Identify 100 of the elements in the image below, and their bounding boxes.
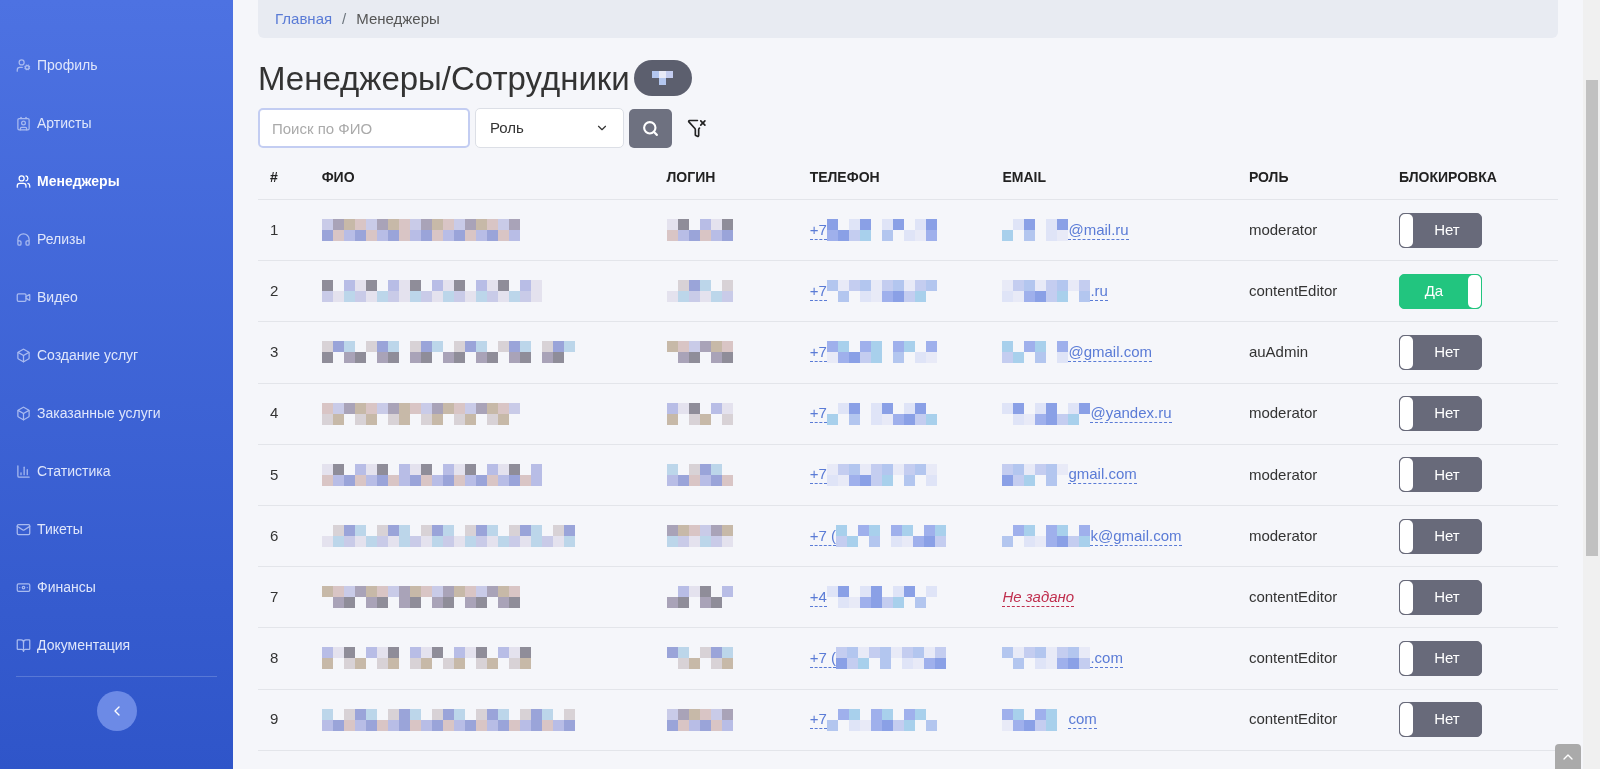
breadcrumb-link[interactable]: Главная [275,7,333,31]
scroll-top-button[interactable] [1555,744,1581,769]
menu-icon [16,231,31,247]
phone-link[interactable]: +7 ( [809,526,836,546]
sidebar-item[interactable]: Создание услуг [16,326,217,384]
block-toggle[interactable]: Нет [1398,334,1482,370]
search-field[interactable]: Поиск по ФИО [258,108,470,148]
role-text: contentEditor [1248,587,1338,605]
email-link[interactable]: k@gmail.com [1090,526,1182,546]
toggle-knob [1399,641,1413,675]
email-link[interactable]: .com [1090,648,1123,668]
toggle-knob [1467,274,1481,308]
block-toggle[interactable]: Нет [1398,457,1482,493]
phone-link[interactable]: +7 [809,465,827,485]
menu-icon [16,115,31,131]
redacted-drawing [666,708,733,731]
breadcrumb-separator: / [342,8,347,29]
menu-icon [16,347,31,363]
email-link[interactable]: @mail.ru [1068,220,1129,240]
row-number: 4 [270,404,279,422]
block-toggle[interactable]: Нет [1398,212,1482,248]
sidebar-item[interactable]: Финансы [16,558,217,616]
phone-link[interactable]: +7 [809,281,827,301]
phone-link[interactable]: +7 [809,220,827,240]
sidebar-item[interactable]: Релизы [16,210,217,268]
sidebar-item[interactable]: Видео [16,268,217,326]
redacted-drawing [1002,463,1069,486]
email-link[interactable]: gmail.com [1068,465,1137,485]
filter-clear-icon [687,118,707,138]
sidebar-item[interactable]: Профиль [16,36,217,94]
menu-icon [16,57,31,73]
toggle-knob [1399,519,1413,553]
row-number: 7 [270,587,279,605]
column-header: ФИО [321,169,355,185]
email-link[interactable]: .ru [1090,281,1108,301]
menu-icon [16,173,31,189]
role-text: moderator [1248,465,1318,483]
role-text: contentEditor [1248,649,1338,667]
block-toggle[interactable]: Да [1398,273,1482,309]
row-number: 6 [270,526,279,544]
role-text: moderator [1248,404,1318,422]
block-toggle[interactable]: Нет [1398,518,1482,554]
phone-link[interactable]: +4 [809,587,827,607]
redacted-drawing [666,402,733,425]
role-text: moderator [1248,220,1318,238]
menu-icon [16,637,31,653]
redacted-drawing [666,280,733,303]
redacted-drawing [666,219,733,242]
row-number: 9 [270,710,279,728]
column-header: # [270,169,278,185]
scrollbar-thumb[interactable] [1586,80,1598,556]
menu-icon [16,521,31,537]
sidebar-item[interactable]: Документация [16,616,217,674]
role-text: auAdmin [1248,343,1309,361]
email-link[interactable]: @yandex.ru [1090,404,1172,424]
column-header: EMAIL [1002,169,1046,185]
redacted-drawing [1002,219,1069,242]
page-title: Менеджеры/Сотрудники [258,61,630,95]
email-unset-link[interactable]: Не задано [1002,587,1075,607]
toggle-knob [1399,580,1413,614]
email-link[interactable]: com [1068,710,1097,730]
column-header: БЛОКИРОВКА [1398,169,1497,185]
role-text: moderator [1248,526,1318,544]
phone-link[interactable]: +7 [809,710,827,730]
row-number: 1 [270,220,279,238]
toggle-knob [1399,703,1413,737]
phone-link[interactable]: +7 [809,404,827,424]
redacted-drawing [666,463,733,486]
row-number: 2 [270,282,279,300]
row-number: 3 [270,343,279,361]
sidebar-item[interactable]: Артисты [16,94,217,152]
block-toggle[interactable]: Нет [1398,579,1482,615]
redacted-drawing [666,525,733,548]
sidebar-item[interactable]: Статистика [16,442,217,500]
phone-link[interactable]: +7 ( [809,648,836,668]
redacted-drawing [666,647,733,670]
sidebar-item[interactable]: Менеджеры [16,152,217,210]
toggle-knob [1399,335,1413,369]
sidebar-item[interactable]: Тикеты [16,500,217,558]
sidebar-item[interactable]: Заказанные услуги [16,384,217,442]
redacted-drawing [666,586,733,609]
row-number: 8 [270,649,279,667]
redacted-drawing [666,341,733,364]
column-header: ТЕЛЕФОН [809,169,880,185]
phone-link[interactable]: +7 [809,342,827,362]
block-toggle[interactable]: Нет [1398,702,1482,738]
search-button[interactable] [629,108,672,148]
role-text: contentEditor [1248,710,1338,728]
column-header: РОЛЬ [1248,169,1289,185]
block-toggle[interactable]: Нет [1398,640,1482,676]
collapse-button[interactable] [96,691,137,731]
block-toggle[interactable]: Нет [1398,396,1482,432]
toggle-knob [1399,458,1413,492]
redacted-drawing [1002,341,1069,364]
toggle-knob [1399,397,1413,431]
search-icon [642,119,659,137]
role-select[interactable]: Роль [475,108,624,148]
email-link[interactable]: @gmail.com [1068,342,1152,362]
menu-icon [16,463,31,479]
column-header: ЛОГИН [666,169,716,185]
